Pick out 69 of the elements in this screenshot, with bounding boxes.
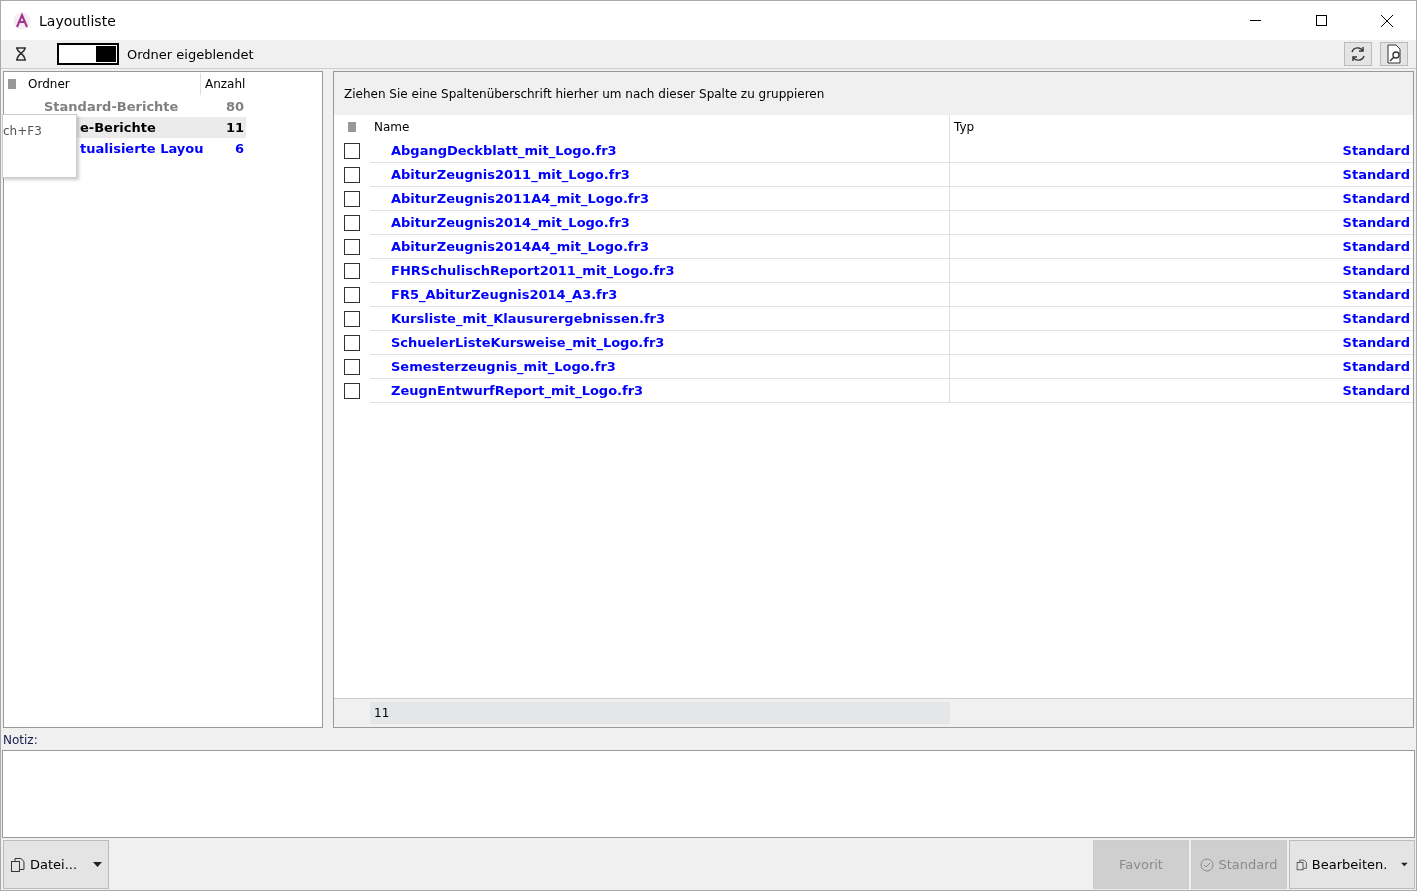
toggle-label: Ordner eigeblendet — [127, 46, 255, 62]
table-cell: AbiturZeugnis2014_mit_Logo.fr3 — [370, 211, 950, 235]
refresh-button[interactable] — [1344, 42, 1372, 66]
maximize-icon — [1315, 15, 1327, 26]
menu-button[interactable]: Bearbeiten. — [1289, 840, 1415, 889]
table-cell: FHRSchulischReport2011_mit_Logo.fr3 — [370, 259, 950, 283]
notes-label: Notiz: — [2, 732, 39, 749]
row-checkbox[interactable] — [344, 383, 360, 399]
column-header[interactable]: Typ — [954, 120, 975, 134]
table-cell: Standard — [950, 331, 1413, 355]
table-cell: Standard — [950, 187, 1413, 211]
row-checkbox[interactable] — [344, 215, 360, 231]
window-title: Layoutliste — [39, 12, 117, 29]
table-cell: Standard — [950, 139, 1413, 163]
close-icon — [1381, 14, 1393, 27]
row-checkbox[interactable] — [344, 335, 360, 351]
column-header[interactable]: Ordner — [28, 77, 70, 91]
row-checkbox[interactable] — [344, 143, 360, 159]
table-cell: ZeugnEntwurfReport_mit_Logo.fr3 — [370, 379, 950, 403]
table-cell: FR5_AbiturZeugnis2014_A3.fr3 — [370, 283, 950, 307]
row-checkbox[interactable] — [344, 263, 360, 279]
folder-name: e-Berichte — [79, 120, 157, 135]
table-cell: Kursliste_mit_Klausurergebnissen.fr3 — [370, 307, 950, 331]
row-checkbox[interactable] — [344, 287, 360, 303]
check-circle-icon — [1200, 857, 1215, 872]
folder-count: 6 — [234, 141, 245, 156]
document-search-button[interactable] — [1380, 42, 1408, 66]
table-cell: Standard — [950, 355, 1413, 379]
table-cell: Standard — [950, 235, 1413, 259]
row-checkbox[interactable] — [344, 191, 360, 207]
list-icon — [8, 79, 16, 89]
caret-icon — [93, 862, 102, 867]
table-cell: AbgangDeckblatt_mit_Logo.fr3 — [370, 139, 950, 163]
folder-row[interactable]: Standard-Berichte 80 — [40, 96, 246, 117]
table-cell: Semesterzeugnis_mit_Logo.fr3 — [370, 355, 950, 379]
notes-field[interactable] — [2, 750, 1415, 838]
caret-icon — [1401, 862, 1408, 867]
group-hint: Ziehen Sie eine Spaltenüberschrift hierher um nach dieser Spalte zu gruppieren — [344, 86, 825, 101]
minimize-icon — [1249, 20, 1261, 21]
table-cell: Standard — [950, 211, 1413, 235]
folder-toggle[interactable] — [57, 43, 119, 65]
folder-name: tualisierte Layou — [79, 141, 205, 156]
table-cell: Standard — [950, 307, 1413, 331]
folder-count: 11 — [225, 120, 245, 135]
menu-button[interactable]: Datei... — [3, 840, 109, 889]
table-cell: AbiturZeugnis2011_mit_Logo.fr3 — [370, 163, 950, 187]
tooltip: ch+F3 — [2, 114, 77, 178]
table-cell: Standard — [950, 379, 1413, 403]
document-search-icon — [1386, 44, 1402, 64]
row-checkbox[interactable] — [344, 239, 360, 255]
column-header[interactable]: Name — [374, 120, 410, 134]
row-checkbox[interactable] — [344, 167, 360, 183]
row-count: 11 — [370, 702, 950, 724]
folder-name: Standard-Berichte — [43, 99, 180, 114]
table-cell: Standard — [950, 283, 1413, 307]
column-header[interactable]: Anzahl — [205, 77, 246, 91]
list-icon — [348, 122, 356, 132]
folder-count: 80 — [225, 99, 245, 114]
refresh-icon — [1349, 45, 1367, 63]
app-logo-icon — [13, 11, 31, 30]
copy-icon — [10, 856, 26, 873]
table-cell: AbiturZeugnis2014A4_mit_Logo.fr3 — [370, 235, 950, 259]
hourglass-icon[interactable] — [15, 47, 27, 61]
table-cell: AbiturZeugnis2011A4_mit_Logo.fr3 — [370, 187, 950, 211]
row-checkbox[interactable] — [344, 311, 360, 327]
row-checkbox[interactable] — [344, 359, 360, 375]
table-cell: Standard — [950, 259, 1413, 283]
table-cell: SchuelerListeKursweise_mit_Logo.fr3 — [370, 331, 950, 355]
table-cell: Standard — [950, 163, 1413, 187]
